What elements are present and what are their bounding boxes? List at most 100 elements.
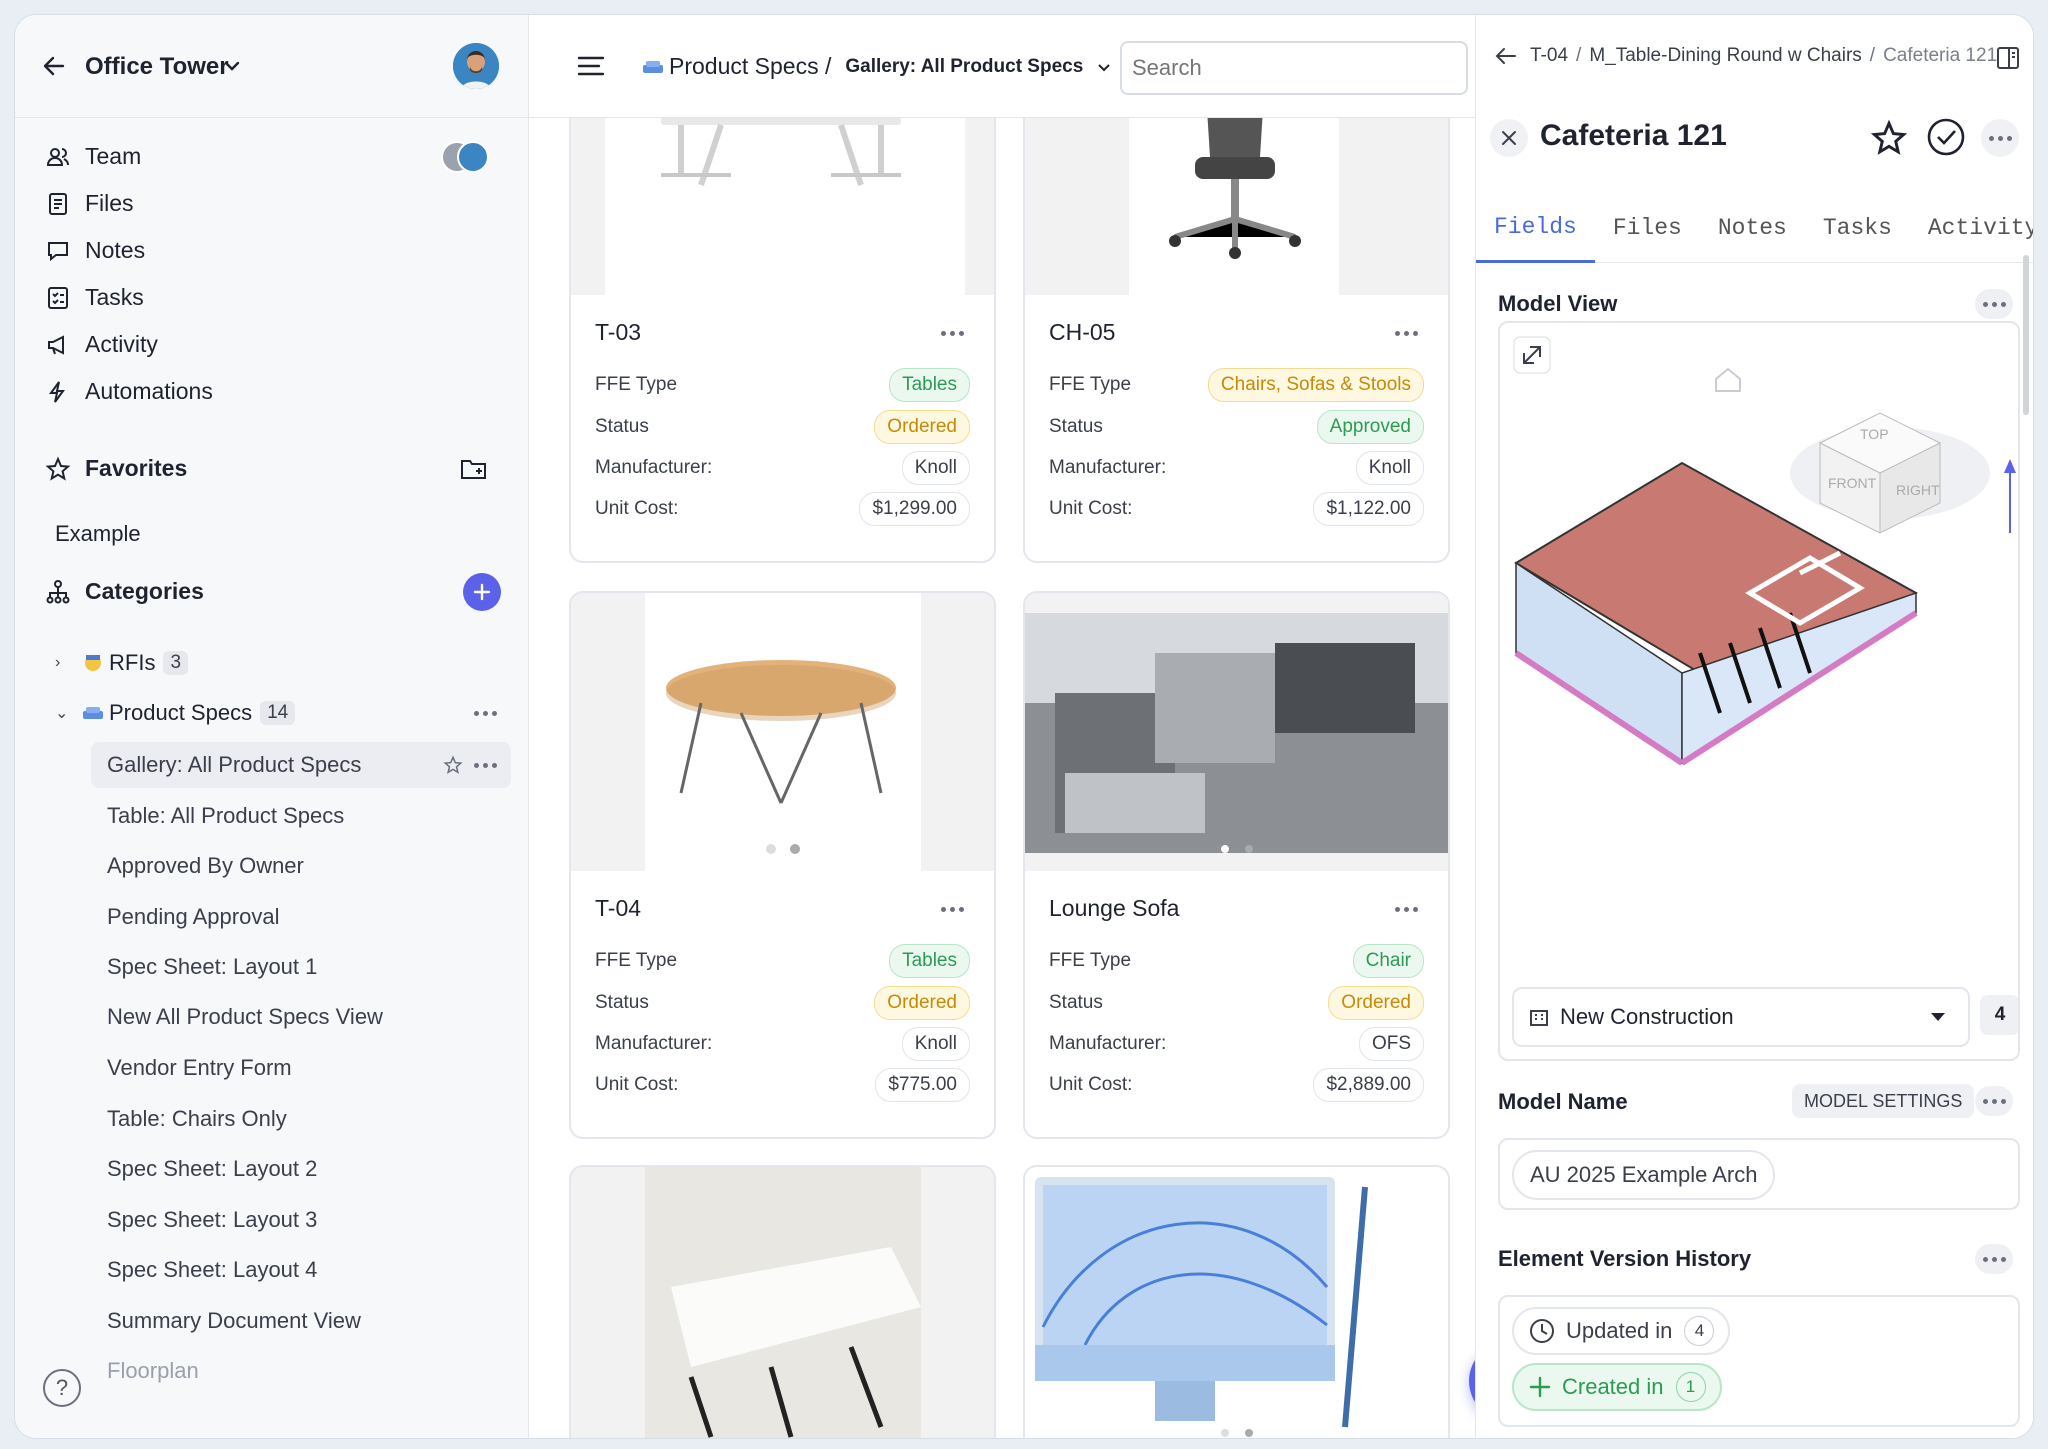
cube-front-label: FRONT xyxy=(1828,475,1877,491)
view-item[interactable]: Spec Sheet: Layout 4 xyxy=(91,1247,511,1293)
more-icon[interactable] xyxy=(1975,1086,2013,1116)
user-avatar[interactable] xyxy=(453,43,499,89)
view-item[interactable]: Summary Document View xyxy=(91,1298,511,1344)
more-icon[interactable] xyxy=(941,331,964,336)
back-arrow-icon[interactable] xyxy=(41,53,67,79)
nav-automations[interactable]: Automations xyxy=(41,368,511,415)
nav-label: Notes xyxy=(85,237,146,263)
view-item[interactable]: Vendor Entry Form xyxy=(91,1045,511,1091)
star-icon[interactable] xyxy=(443,755,463,775)
view-item[interactable]: New All Product Specs View xyxy=(91,994,511,1040)
model-settings-button[interactable]: MODEL SETTINGS xyxy=(1792,1084,1975,1118)
chevron-down-icon[interactable]: ⌄ xyxy=(55,703,81,723)
type-badge: Chairs, Sofas & Stools xyxy=(1207,368,1424,402)
more-icon[interactable] xyxy=(474,710,497,716)
model-view-label: Model View xyxy=(1498,291,1618,316)
add-folder-icon[interactable] xyxy=(457,456,491,482)
tree-item-label: RFIs xyxy=(109,650,156,675)
lightning-icon xyxy=(41,379,75,405)
panel-layout-icon[interactable] xyxy=(1995,45,2021,71)
tree-item-product-specs[interactable]: ⌄ Product Specs 14 xyxy=(55,691,515,735)
view-item[interactable]: Table: All Product Specs xyxy=(91,793,511,839)
star-icon[interactable] xyxy=(1870,119,1908,157)
field-label: Manufacturer: xyxy=(595,457,713,478)
search-input[interactable] xyxy=(1120,41,1468,95)
more-icon[interactable] xyxy=(1975,1244,2013,1274)
updated-chip[interactable]: Updated in 4 xyxy=(1512,1307,1731,1355)
created-count: 1 xyxy=(1675,1372,1706,1402)
model-viewer[interactable]: TOP FRONT RIGHT New Construction 4 xyxy=(1498,321,2020,1061)
view-item[interactable]: Pending Approval xyxy=(91,894,511,940)
star-icon xyxy=(41,455,75,482)
breadcrumb-view[interactable]: Gallery: All Product Specs xyxy=(845,56,1083,78)
status-badge: Ordered xyxy=(1328,986,1424,1020)
product-image xyxy=(571,1167,994,1438)
product-card[interactable]: Lounge Sofa FFE Type Chair Status Ordered … xyxy=(1023,591,1450,1139)
nav-notes[interactable]: Notes xyxy=(41,227,511,274)
panel-scrollbar[interactable] xyxy=(2023,255,2029,415)
close-button[interactable] xyxy=(1490,119,1528,157)
view-label: Gallery: All Product Specs xyxy=(107,752,362,777)
check-circle-icon[interactable] xyxy=(1926,117,1966,157)
view-item[interactable]: Spec Sheet: Layout 2 xyxy=(91,1146,511,1192)
tab-notes[interactable]: Notes xyxy=(1700,193,1805,263)
plus-icon xyxy=(1528,1375,1552,1399)
breadcrumb-category[interactable]: Product Specs / xyxy=(669,53,831,80)
field-row: Status Ordered xyxy=(595,983,970,1023)
view-item[interactable]: Approved By Owner xyxy=(91,843,511,889)
nav-activity[interactable]: Activity xyxy=(41,321,511,368)
view-item[interactable]: Table: Chairs Only xyxy=(91,1096,511,1142)
view-item[interactable]: Spec Sheet: Layout 3 xyxy=(91,1197,511,1243)
tab-tasks[interactable]: Tasks xyxy=(1805,193,1910,263)
add-category-button[interactable] xyxy=(463,572,501,611)
view-item-active[interactable]: Gallery: All Product Specs xyxy=(91,742,511,788)
field-row: Status Ordered xyxy=(1049,983,1424,1023)
field-row: Unit Cost: $2,889.00 xyxy=(1049,1065,1424,1105)
more-icon[interactable] xyxy=(1395,907,1418,912)
more-icon[interactable] xyxy=(1975,289,2013,319)
created-chip[interactable]: Created in 1 xyxy=(1512,1363,1722,1411)
more-icon[interactable] xyxy=(941,907,964,912)
tab-files[interactable]: Files xyxy=(1595,193,1700,263)
phase-value: New Construction xyxy=(1560,1004,1734,1029)
menu-icon[interactable] xyxy=(577,55,605,77)
card-title: Lounge Sofa xyxy=(1049,895,1180,921)
crumb-item[interactable]: M_Table-Dining Round w Chairs xyxy=(1589,45,1861,67)
field-label: Unit Cost: xyxy=(595,1074,679,1095)
view-item[interactable]: Spec Sheet: Layout 1 xyxy=(91,944,511,990)
help-button[interactable]: ? xyxy=(43,1369,81,1407)
project-title[interactable]: Office Tower xyxy=(85,53,229,81)
more-icon[interactable] xyxy=(474,762,497,768)
favorites-section: Favorites xyxy=(41,455,511,482)
field-row: Status Approved xyxy=(1049,407,1424,447)
crumb-item[interactable]: T-04 xyxy=(1530,45,1568,67)
chevron-down-icon[interactable] xyxy=(223,57,241,75)
product-card[interactable] xyxy=(569,1165,996,1438)
cube-top-label: TOP xyxy=(1860,426,1889,442)
tab-fields[interactable]: Fields xyxy=(1476,193,1595,263)
favorite-item[interactable]: Example xyxy=(55,521,141,547)
cost-badge: $2,889.00 xyxy=(1313,1068,1424,1102)
chevron-right-icon[interactable]: › xyxy=(55,654,81,672)
tab-activity[interactable]: Activity xyxy=(1910,193,2033,263)
chevron-down-icon[interactable] xyxy=(1097,60,1111,74)
model-name-chip[interactable]: AU 2025 Example Arch xyxy=(1512,1150,1776,1200)
view-item[interactable]: Floorplan xyxy=(91,1348,511,1394)
phase-select[interactable]: New Construction xyxy=(1512,987,1970,1047)
type-badge: Chair xyxy=(1352,944,1424,978)
back-arrow-icon[interactable] xyxy=(1494,46,1518,66)
manufacturer-badge: Knoll xyxy=(901,451,970,485)
cost-badge: $775.00 xyxy=(875,1068,970,1102)
product-card[interactable] xyxy=(1023,1165,1450,1438)
building-icon xyxy=(1528,1006,1550,1028)
more-icon[interactable] xyxy=(1395,331,1418,336)
version-history: Updated in 4 Created in 1 xyxy=(1498,1295,2020,1427)
favorites-label: Favorites xyxy=(85,455,188,481)
nav-tasks[interactable]: Tasks xyxy=(41,274,511,321)
product-card[interactable]: T-04 FFE Type Tables Status Ordered Manufa… xyxy=(569,591,996,1139)
nav-team[interactable]: Team xyxy=(41,133,511,180)
cost-badge: $1,122.00 xyxy=(1313,492,1424,526)
tree-item-rfis[interactable]: › RFIs 3 xyxy=(55,641,515,685)
more-icon[interactable] xyxy=(1981,119,2019,157)
nav-files[interactable]: Files xyxy=(41,180,511,227)
